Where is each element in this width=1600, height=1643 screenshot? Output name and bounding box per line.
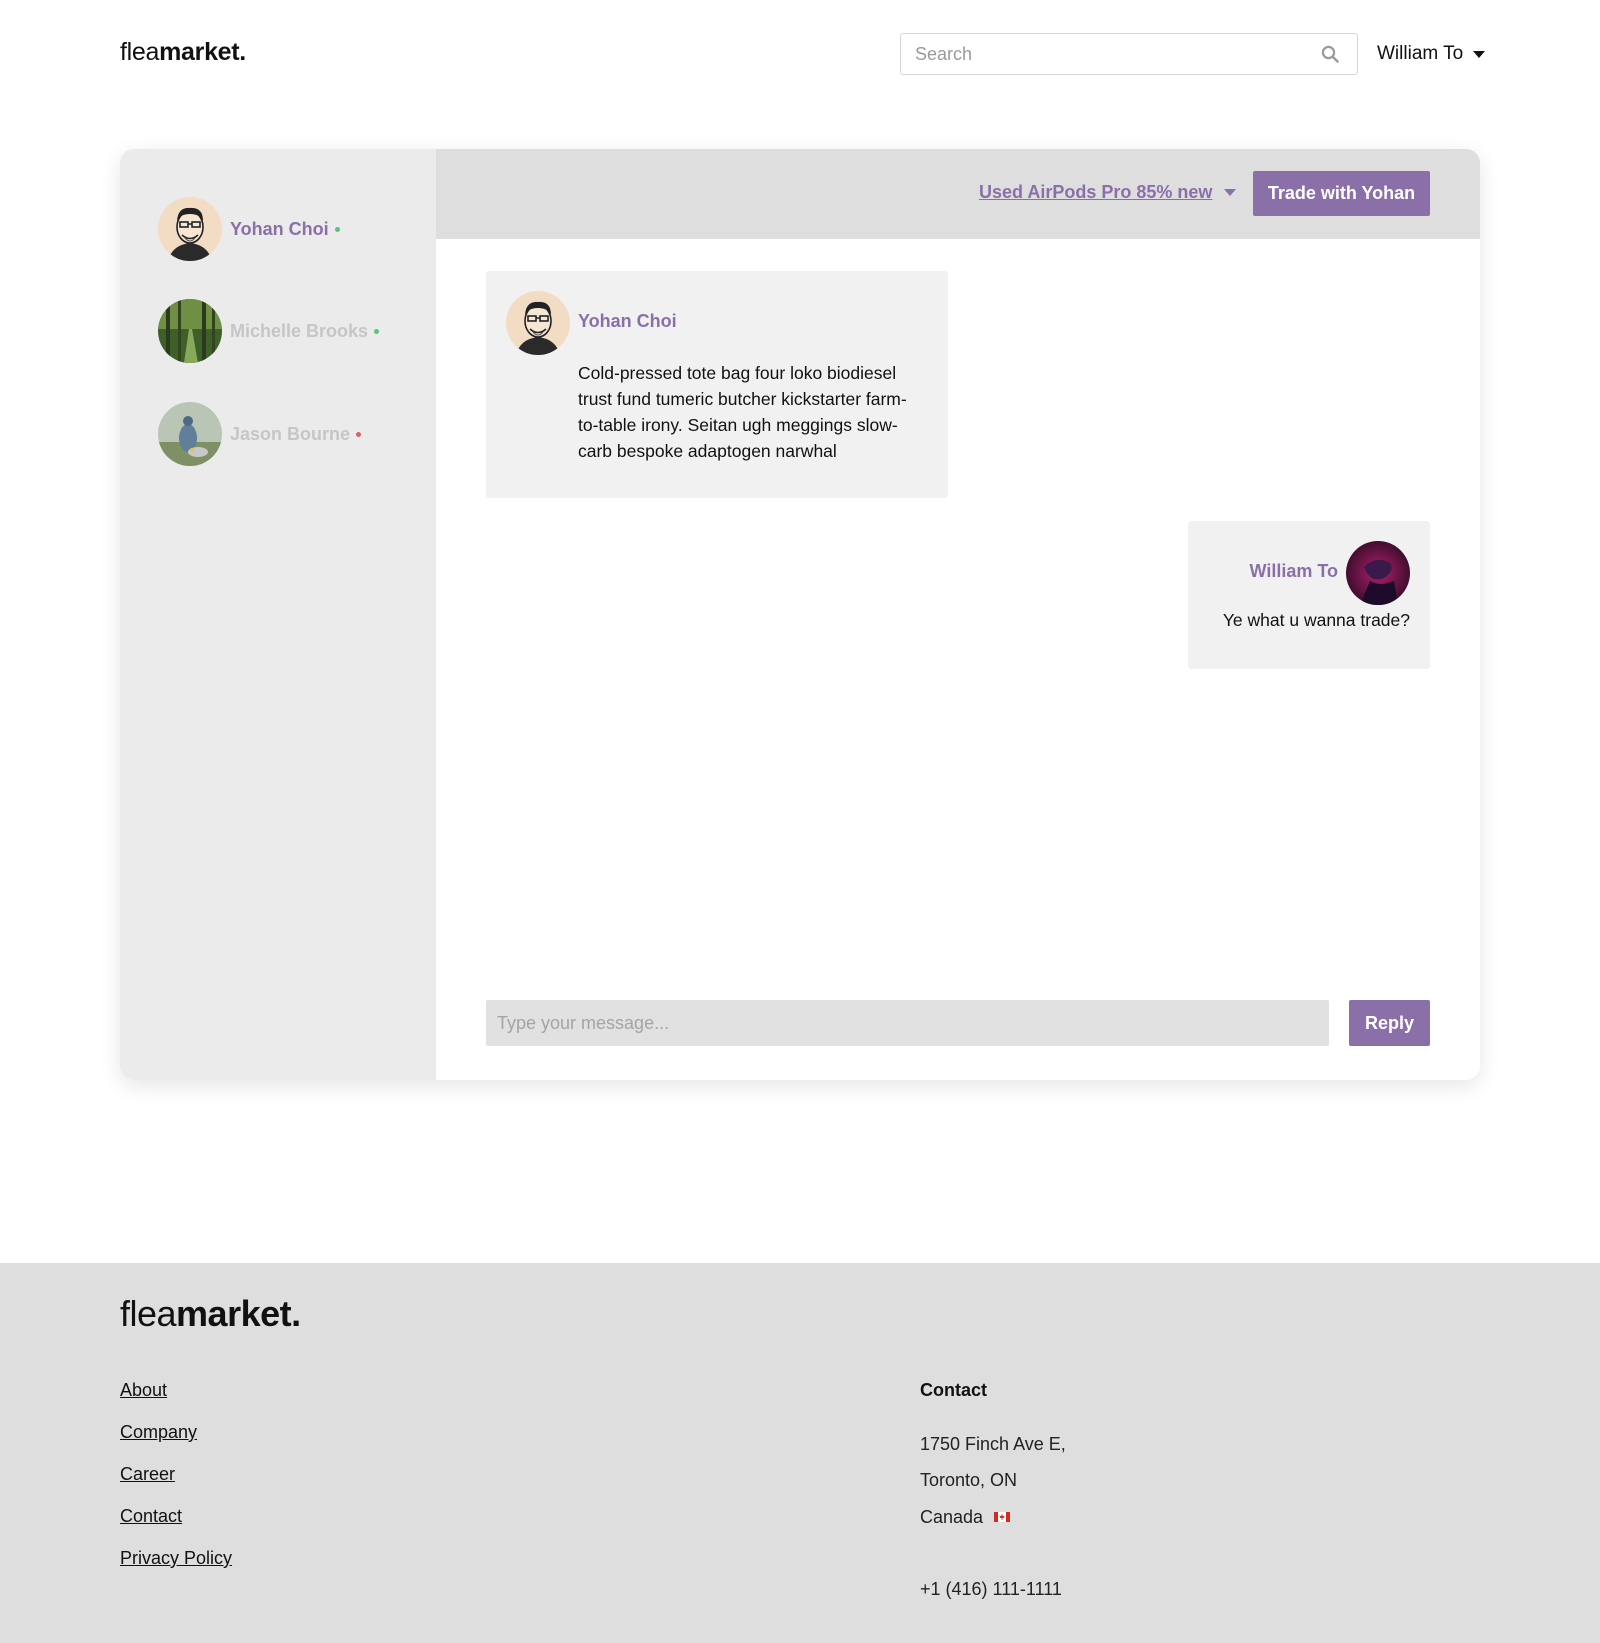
online-status-dot: [334, 227, 340, 232]
footer-link-contact[interactable]: Contact: [120, 1506, 182, 1527]
search-icon[interactable]: [1321, 45, 1339, 63]
sidebar-item-jason-bourne[interactable]: Jason Bourne: [158, 402, 418, 466]
reply-button[interactable]: Reply: [1349, 1000, 1430, 1046]
user-name: William To: [1377, 43, 1464, 64]
phone-number: +1 (416) 111-1111: [920, 1579, 1062, 1599]
footer-logo[interactable]: fleamarket.: [120, 1293, 301, 1335]
site-footer: fleamarket. About Company Career Contact…: [0, 1263, 1600, 1643]
user-menu[interactable]: William To: [1377, 40, 1486, 68]
address-line: Canada: [920, 1507, 984, 1527]
contact-name: Michelle Brooks: [230, 320, 369, 341]
footer-link-about[interactable]: About: [120, 1380, 167, 1401]
canada-flag-icon: [994, 1506, 1011, 1527]
avatar: [158, 197, 222, 261]
footer-link-company[interactable]: Company: [120, 1422, 197, 1443]
search-input[interactable]: [915, 34, 1295, 74]
avatar: [158, 299, 222, 363]
message-input[interactable]: [486, 1000, 1329, 1046]
chat-header: Used AirPods Pro 85% new Trade with Yoha…: [436, 149, 1480, 239]
page: fleamarket. William To: [0, 0, 1600, 1643]
sidebar-item-michelle-brooks[interactable]: Michelle Brooks: [158, 299, 418, 363]
logo-light-text: flea: [120, 38, 160, 66]
avatar: [506, 291, 570, 355]
contact-name: Jason Bourne: [230, 423, 351, 444]
contact-name: Yohan Choi: [230, 218, 329, 239]
conversation-sidebar: Yohan Choi Michelle Brooks Jason Bourne: [120, 149, 436, 1080]
logo-light-text: flea: [120, 1293, 177, 1334]
avatar: [158, 402, 222, 466]
message-sender: William To: [1249, 561, 1338, 581]
footer-link-career[interactable]: Career: [120, 1464, 175, 1485]
message-text: Cold-pressed tote bag four loko biodiese…: [578, 363, 907, 461]
address-line: Toronto, ON: [920, 1470, 1018, 1490]
search-box: [900, 33, 1358, 75]
message-bubble-incoming: Yohan Choi Cold-pressed tote bag four lo…: [486, 271, 948, 498]
item-dropdown[interactable]: Used AirPods Pro 85% new: [979, 182, 1237, 203]
chevron-down-icon: [1473, 50, 1486, 58]
top-navbar: fleamarket. William To: [0, 0, 1600, 110]
sidebar-item-yohan-choi[interactable]: Yohan Choi: [158, 197, 418, 261]
logo-bold-text: market.: [159, 38, 246, 66]
offline-status-dot: [356, 432, 362, 437]
chat-panel: Used AirPods Pro 85% new Trade with Yoha…: [436, 149, 1480, 1080]
chat-card: Yohan Choi Michelle Brooks Jason Bourne …: [120, 149, 1480, 1080]
online-status-dot: [374, 329, 380, 334]
site-logo[interactable]: fleamarket.: [120, 38, 246, 67]
message-text: Ye what u wanna trade?: [1222, 610, 1410, 630]
address-country: Canada: [920, 1506, 1011, 1528]
logo-bold-text: market.: [176, 1293, 301, 1334]
item-dropdown-label: Used AirPods Pro 85% new: [979, 182, 1213, 202]
chevron-down-icon: [1224, 189, 1237, 196]
message-sender: Yohan Choi: [578, 311, 677, 331]
message-bubble-outgoing: William To Ye what u wanna trade?: [1188, 521, 1430, 669]
address-line: 1750 Finch Ave E,: [920, 1434, 1066, 1454]
contact-heading: Contact: [920, 1380, 987, 1400]
footer-link-privacy-policy[interactable]: Privacy Policy: [120, 1548, 232, 1569]
trade-button[interactable]: Trade with Yohan: [1253, 171, 1430, 216]
avatar: [1346, 541, 1410, 605]
